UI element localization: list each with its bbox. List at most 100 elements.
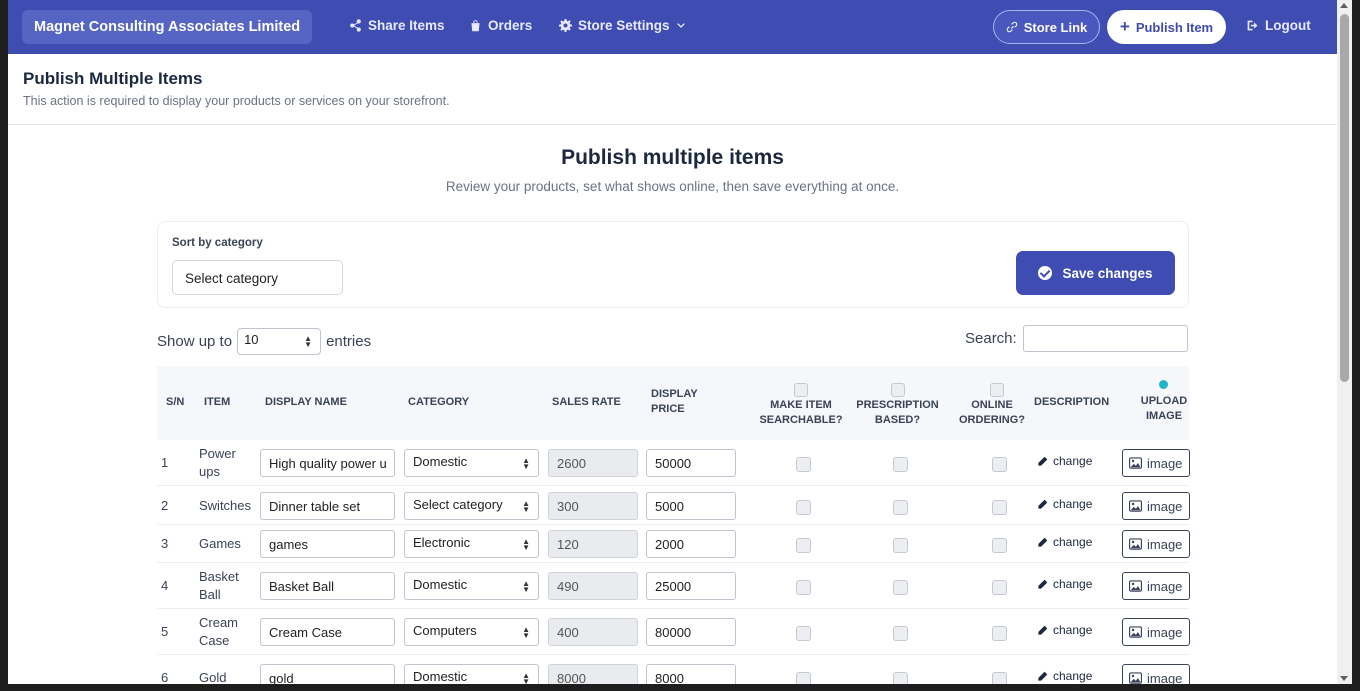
plus-icon: + xyxy=(1119,17,1130,36)
category-select[interactable]: Domestic ▲ ▼ xyxy=(404,449,539,477)
searchable-checkbox[interactable] xyxy=(796,626,811,641)
link-icon xyxy=(1006,21,1017,33)
top-navbar: Magnet Consulting Associates Limited Sha… xyxy=(8,0,1337,54)
image-icon xyxy=(1129,457,1142,469)
display-name-input[interactable]: Dinner table set xyxy=(260,492,395,520)
row-sn: 6 xyxy=(161,670,169,684)
display-price-input[interactable]: 8000 xyxy=(646,664,736,684)
scroll-down-icon[interactable] xyxy=(1340,676,1348,681)
scrollbar-thumb[interactable] xyxy=(1340,14,1349,382)
display-price-input[interactable]: 25000 xyxy=(646,572,736,600)
online-ordering-checkbox[interactable] xyxy=(992,672,1007,684)
select-all-searchable-checkbox[interactable] xyxy=(794,383,808,397)
updown-arrows-icon: ▲ ▼ xyxy=(522,579,530,594)
online-ordering-checkbox[interactable] xyxy=(992,626,1007,641)
upload-image-button[interactable]: image xyxy=(1122,618,1190,646)
searchable-checkbox[interactable] xyxy=(796,672,811,684)
searchable-checkbox[interactable] xyxy=(796,580,811,595)
sales-rate-field: 400 xyxy=(548,618,638,646)
category-filter-select[interactable]: Select category xyxy=(172,260,343,295)
change-description-button[interactable]: change xyxy=(1037,577,1092,591)
change-description-button[interactable]: change xyxy=(1037,454,1092,468)
col-online-line1: ONLINE xyxy=(971,399,1013,411)
table-row: 4 Basket Ball Basket Ball Domestic ▲ ▼ 490 2500… xyxy=(157,563,1190,609)
image-icon xyxy=(1129,538,1142,550)
online-ordering-checkbox[interactable] xyxy=(992,580,1007,595)
category-select[interactable]: Domestic ▲ ▼ xyxy=(404,572,539,600)
save-changes-label: Save changes xyxy=(1062,265,1153,281)
logout-button[interactable]: Logout xyxy=(1246,18,1311,33)
show-prefix: Show up to xyxy=(157,333,233,350)
info-icon[interactable] xyxy=(1159,380,1168,389)
change-label: change xyxy=(1053,623,1093,637)
upload-image-button[interactable]: image xyxy=(1122,664,1190,684)
pencil-icon xyxy=(1038,456,1048,466)
category-select[interactable]: Computers ▲ ▼ xyxy=(404,618,539,646)
upload-image-button[interactable]: image xyxy=(1122,530,1190,558)
row-sn: 1 xyxy=(161,455,169,470)
save-changes-button[interactable]: Save changes xyxy=(1016,251,1175,295)
display-name-input[interactable]: gold xyxy=(260,664,395,684)
change-description-button[interactable]: change xyxy=(1037,535,1092,549)
searchable-checkbox[interactable] xyxy=(796,457,811,472)
items-table: Show up to 10 ▲ ▼ entries Search: S/N ITE… xyxy=(157,324,1190,684)
shopping-bag-icon xyxy=(471,20,480,32)
brand-name[interactable]: Magnet Consulting Associates Limited xyxy=(22,10,313,44)
nav-store-settings[interactable]: Store Settings xyxy=(559,18,686,33)
entries-select[interactable]: 10 ▲ ▼ xyxy=(237,328,322,355)
display-price-input[interactable]: 2000 xyxy=(646,530,736,558)
prescription-checkbox[interactable] xyxy=(893,580,908,595)
prescription-checkbox[interactable] xyxy=(893,538,908,553)
store-link-button[interactable]: Store Link xyxy=(993,10,1100,44)
upload-image-button[interactable]: image xyxy=(1122,572,1190,600)
row-item: Power ups xyxy=(199,446,236,479)
upload-image-button[interactable]: image xyxy=(1122,492,1190,520)
category-value: Domestic xyxy=(413,577,468,592)
change-description-button[interactable]: change xyxy=(1037,497,1092,511)
prescription-checkbox[interactable] xyxy=(893,500,908,515)
display-price-input[interactable]: 5000 xyxy=(646,492,736,520)
category-select[interactable]: Electronic ▲ ▼ xyxy=(404,530,539,558)
searchable-checkbox[interactable] xyxy=(796,500,811,515)
online-ordering-checkbox[interactable] xyxy=(992,457,1007,472)
scroll-up-icon[interactable] xyxy=(1340,3,1348,8)
prescription-checkbox[interactable] xyxy=(893,672,908,684)
col-upload-line2: IMAGE xyxy=(1145,410,1183,422)
category-select[interactable]: Select category ▲ ▼ xyxy=(404,492,539,520)
searchable-checkbox[interactable] xyxy=(796,538,811,553)
change-description-button[interactable]: change xyxy=(1037,669,1092,683)
page-subtitle: This action is required to display your … xyxy=(23,94,450,108)
category-select[interactable]: Domestic ▲ ▼ xyxy=(404,664,539,684)
logout-label: Logout xyxy=(1265,18,1311,33)
display-name-input[interactable]: games xyxy=(260,530,395,558)
display-name-input[interactable]: Cream Case xyxy=(260,618,395,646)
display-name-input[interactable]: Basket Ball xyxy=(260,572,395,600)
table-row: 5 Cream Case Cream Case Computers ▲ ▼ 400 80000… xyxy=(157,609,1190,655)
online-ordering-checkbox[interactable] xyxy=(992,500,1007,515)
display-price-input[interactable]: 80000 xyxy=(646,618,736,646)
prescription-checkbox[interactable] xyxy=(893,626,908,641)
nav-share-items[interactable]: Share Items xyxy=(349,18,445,33)
row-sn: 2 xyxy=(161,498,169,513)
select-all-online-checkbox[interactable] xyxy=(990,383,1004,397)
change-label: change xyxy=(1053,454,1093,468)
col-sales-rate: SALES RATE xyxy=(552,396,621,408)
select-all-prescription-checkbox[interactable] xyxy=(891,383,905,397)
display-name-input[interactable]: High quality power u xyxy=(260,449,395,477)
prescription-checkbox[interactable] xyxy=(893,457,908,472)
sales-rate-field: 490 xyxy=(548,572,638,600)
logout-icon xyxy=(1247,20,1258,31)
nav-orders[interactable]: Orders xyxy=(469,18,532,33)
publish-item-button[interactable]: + Publish Item xyxy=(1107,10,1226,44)
display-price-input[interactable]: 50000 xyxy=(646,449,736,477)
online-ordering-checkbox[interactable] xyxy=(992,538,1007,553)
page-scrollbar[interactable] xyxy=(1337,0,1352,684)
nav-orders-label: Orders xyxy=(488,18,533,33)
sales-rate-field: 2600 xyxy=(548,449,638,477)
publish-item-label: Publish Item xyxy=(1135,19,1214,35)
upload-image-button[interactable]: image xyxy=(1122,449,1190,477)
search-input[interactable] xyxy=(1023,325,1188,352)
change-description-button[interactable]: change xyxy=(1037,623,1092,637)
image-icon xyxy=(1129,672,1142,684)
col-upload-image: UPLOAD IMAGE xyxy=(1124,394,1204,424)
